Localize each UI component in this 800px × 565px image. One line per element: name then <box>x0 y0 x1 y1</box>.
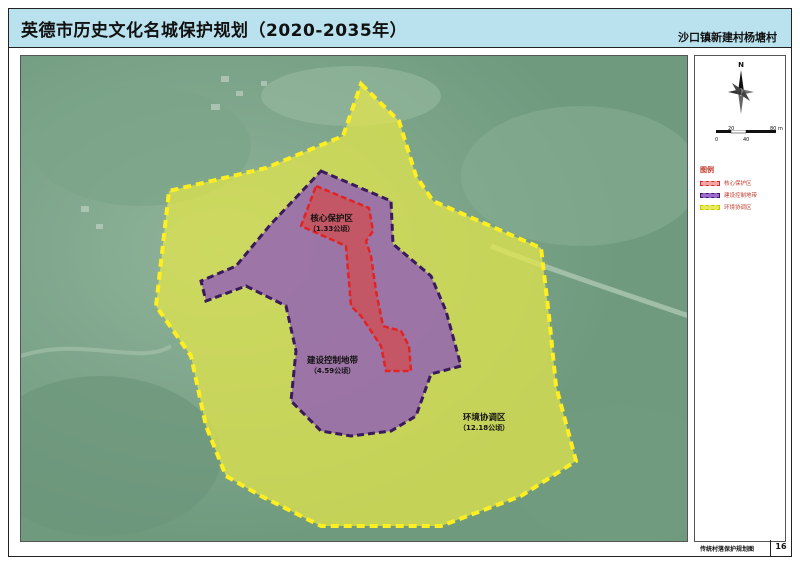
map-canvas <box>21 56 687 541</box>
control-zone-label: 建设控制地带 （4.59公顷） <box>307 356 359 375</box>
control-swatch <box>700 192 720 198</box>
core-zone-label: 核心保护区 （1.33公顷） <box>309 214 355 233</box>
scale-label-20: 20 <box>728 126 735 132</box>
legend-label: 核心保护区 <box>724 181 752 187</box>
scale-label-40: 40 <box>743 137 750 143</box>
scale-label-0: 0 <box>715 137 719 143</box>
header-bar: 英德市历史文化名城保护规划（2020-2035年） 沙口镇新建村杨塘村 <box>8 8 792 48</box>
page-number: 16 <box>775 542 787 551</box>
compass-rose-icon: N <box>728 61 754 114</box>
map-view[interactable]: 核心保护区 （1.33公顷） 建设控制地带 （4.59公顷） 环境协调区 （12… <box>20 55 688 542</box>
environment-swatch <box>700 204 720 210</box>
scale-label-80: 80 m <box>770 126 783 132</box>
svg-text:N: N <box>738 61 744 69</box>
legend-label: 环境协调区 <box>724 205 752 211</box>
environment-zone-label: 环境协调区 （12.18公顷） <box>459 413 510 432</box>
legend-item-environment: 环境协调区 <box>700 203 752 211</box>
drawing-title: 传统村落保护规划图 <box>700 546 755 553</box>
page-subtitle: 沙口镇新建村杨塘村 <box>678 31 777 44</box>
legend-title: 图例 <box>700 166 714 174</box>
core-swatch <box>700 180 720 186</box>
scale-bar <box>716 130 776 134</box>
legend-label: 建设控制地带 <box>724 193 758 199</box>
legend-item-core: 核心保护区 <box>700 179 752 187</box>
legend-item-control: 建设控制地带 <box>700 191 757 199</box>
page-title: 英德市历史文化名城保护规划（2020-2035年） <box>21 21 408 41</box>
